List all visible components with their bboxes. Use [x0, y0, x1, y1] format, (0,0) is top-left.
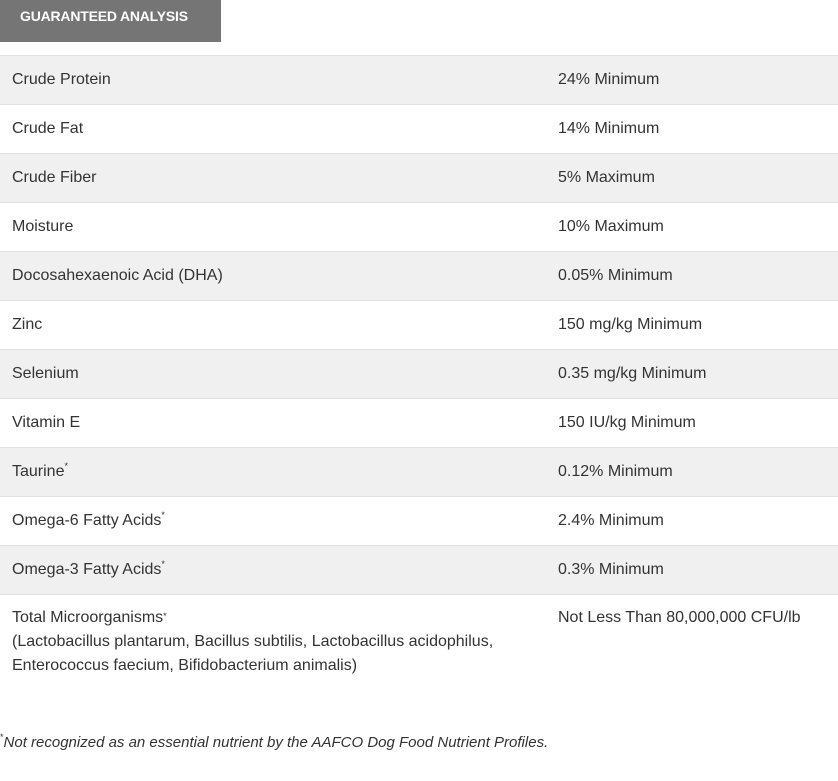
nutrient-name-cell: Total Microorganisms* (Lactobacillus pla…	[0, 595, 546, 685]
analysis-table: Crude Protein 24% Minimum Crude Fat 14% …	[0, 55, 838, 685]
nutrient-value: 0.35 mg/kg Minimum	[558, 365, 707, 382]
table-row: Crude Fat 14% Minimum	[0, 105, 838, 154]
nutrient-name: Total Microorganisms	[12, 609, 164, 626]
table-row: Crude Protein 24% Minimum	[0, 56, 838, 105]
table-row: Crude Fiber 5% Maximum	[0, 154, 838, 203]
nutrient-name: Moisture	[12, 218, 74, 235]
nutrient-name: Omega-6 Fatty Acids	[12, 512, 162, 529]
nutrient-value: 24% Minimum	[558, 71, 660, 88]
footnote-text: Not recognized as an essential nutrient …	[3, 734, 549, 751]
nutrient-name: Crude Fiber	[12, 169, 97, 186]
nutrient-value: 5% Maximum	[558, 169, 655, 186]
nutrient-name: Selenium	[12, 365, 79, 382]
footnote-marker: *	[0, 732, 4, 742]
nutrient-detail: Enterococcus faecium, Bifidobacterium an…	[12, 657, 358, 674]
nutrient-name-cell: Taurine*	[0, 448, 546, 496]
nutrient-name: Vitamin E	[12, 414, 81, 431]
nutrient-value: 150 IU/kg Minimum	[558, 414, 696, 431]
nutrient-name-cell: Omega-3 Fatty Acids*	[0, 546, 546, 594]
nutrient-value: 10% Maximum	[558, 218, 664, 235]
footnote-marker: *	[161, 510, 165, 520]
table-row: Moisture 10% Maximum	[0, 203, 838, 252]
nutrient-name-cell: Omega-6 Fatty Acids*	[0, 497, 546, 545]
nutrient-name: Docosahexaenoic Acid (DHA)	[12, 267, 223, 284]
nutrient-value: 14% Minimum	[558, 120, 660, 137]
nutrient-name: Zinc	[12, 316, 43, 333]
guaranteed-analysis-tab[interactable]: GUARANTEED ANALYSIS	[0, 0, 221, 42]
footnote-marker: *	[161, 559, 165, 569]
footnote-marker: *	[64, 461, 68, 471]
table-row: Selenium 0.35 mg/kg Minimum	[0, 350, 838, 399]
tab-label: GUARANTEED ANALYSIS	[20, 8, 188, 24]
nutrient-detail: (Lactobacillus plantarum, Bacillus subti…	[12, 633, 494, 650]
table-row: Vitamin E 150 IU/kg Minimum	[0, 399, 838, 448]
nutrient-name: Taurine	[12, 463, 65, 480]
nutrient-name: Omega-3 Fatty Acids	[12, 561, 162, 578]
table-row: Omega-3 Fatty Acids* 0.3% Minimum	[0, 546, 838, 595]
table-row: Omega-6 Fatty Acids* 2.4% Minimum	[0, 497, 838, 546]
nutrient-value: 0.3% Minimum	[558, 561, 664, 578]
nutrient-value: 0.05% Minimum	[558, 267, 673, 284]
nutrient-name: Crude Fat	[12, 120, 84, 137]
footnote-marker: *	[163, 611, 167, 621]
nutrient-value: 0.12% Minimum	[558, 463, 673, 480]
table-row: Zinc 150 mg/kg Minimum	[0, 301, 838, 350]
nutrient-value: 2.4% Minimum	[558, 512, 664, 529]
nutrient-value: 150 mg/kg Minimum	[558, 316, 703, 333]
nutrient-name: Crude Protein	[12, 71, 111, 88]
table-row: Total Microorganisms* (Lactobacillus pla…	[0, 595, 838, 685]
nutrient-value: Not Less Than 80,000,000 CFU/lb	[558, 609, 801, 626]
table-row: Docosahexaenoic Acid (DHA) 0.05% Minimum	[0, 252, 838, 301]
footnote: *Not recognized as an essential nutrient…	[0, 732, 549, 751]
table-row: Taurine* 0.12% Minimum	[0, 448, 838, 497]
